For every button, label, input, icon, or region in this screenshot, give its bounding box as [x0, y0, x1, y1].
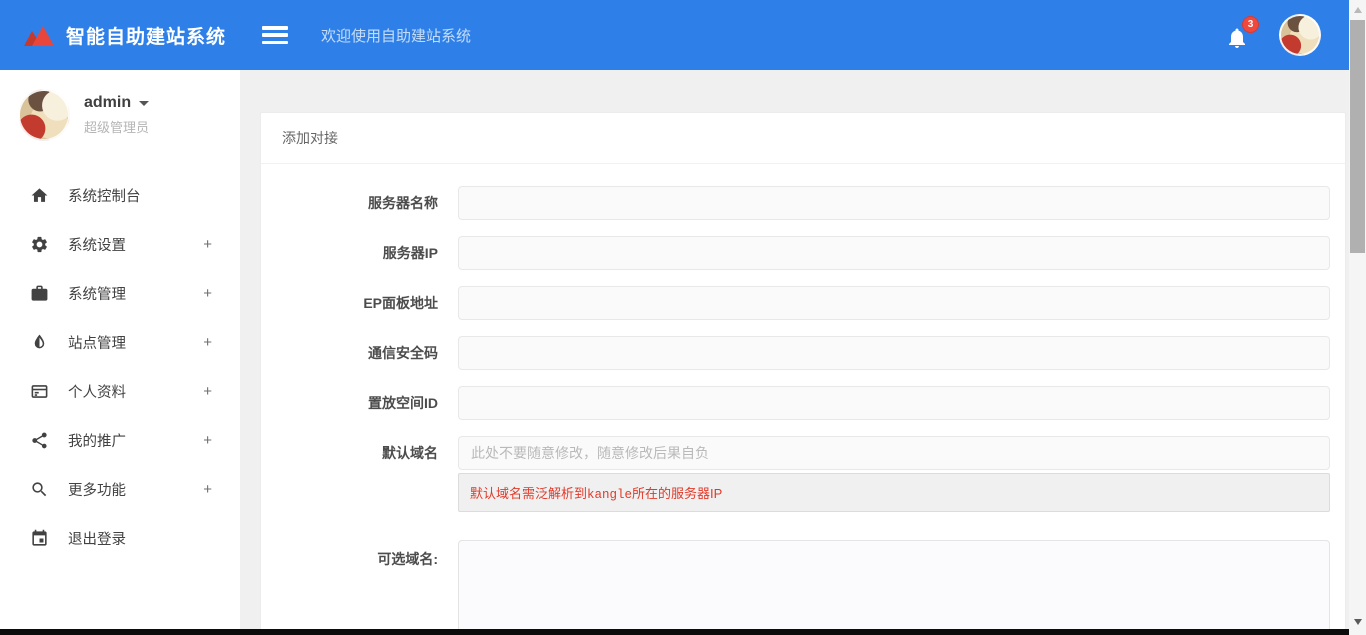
sidebar-item-more-features[interactable]: 更多功能 +: [0, 465, 240, 514]
vertical-scrollbar[interactable]: [1349, 0, 1366, 635]
notification-bell-icon[interactable]: 3: [1225, 20, 1251, 50]
space-id-label: 置放空间ID: [261, 386, 438, 420]
card-title: 添加对接: [261, 113, 1345, 164]
sidebar-item-profile[interactable]: 个人资料 +: [0, 367, 240, 416]
expand-plus-icon[interactable]: +: [203, 236, 212, 253]
sidebar-item-system-settings[interactable]: 系统设置 +: [0, 220, 240, 269]
sidebar-item-site-management[interactable]: 站点管理 +: [0, 318, 240, 367]
form-row-security-code: 通信安全码: [261, 336, 1330, 370]
ep-panel-input[interactable]: [458, 286, 1330, 320]
server-ip-input[interactable]: [458, 236, 1330, 270]
gear-icon: [30, 235, 49, 254]
header-right: 3: [1225, 14, 1321, 56]
hamburger-menu-icon[interactable]: [262, 26, 288, 44]
scrollbar-thumb[interactable]: [1350, 20, 1365, 253]
server-name-input[interactable]: [458, 186, 1330, 220]
form-row-ep-panel: EP面板地址: [261, 286, 1330, 320]
form-row-default-domain: 默认域名 默认域名需泛解析到kangle所在的服务器IP: [261, 436, 1330, 512]
sidebar-nav: 系统控制台 系统设置 + 系统管理 +: [0, 171, 240, 563]
sidebar: admin 超级管理员 系统控制台 系统设置: [0, 70, 240, 635]
security-code-input[interactable]: [458, 336, 1330, 370]
default-domain-warning: 默认域名需泛解析到kangle所在的服务器IP: [458, 473, 1330, 512]
top-header: 智能自助建站系统 欢迎使用自助建站系统 3: [0, 0, 1366, 70]
expand-plus-icon[interactable]: +: [203, 334, 212, 351]
default-domain-label: 默认域名: [261, 436, 438, 512]
server-ip-label: 服务器IP: [261, 236, 438, 270]
optional-domains-textarea[interactable]: [458, 540, 1330, 635]
share-icon: [30, 431, 49, 450]
optional-domains-label: 可选域名:: [261, 540, 438, 635]
user-avatar[interactable]: [1279, 14, 1321, 56]
brand[interactable]: 智能自助建站系统: [22, 20, 226, 50]
add-connection-card: 添加对接 服务器名称 服务器IP EP面板地址: [260, 112, 1346, 635]
sidebar-profile: admin 超级管理员: [0, 70, 240, 155]
sidebar-item-promotion[interactable]: 我的推广 +: [0, 416, 240, 465]
expand-plus-icon[interactable]: +: [203, 285, 212, 302]
profile-card-icon: [30, 382, 49, 401]
sidebar-item-dashboard[interactable]: 系统控制台: [0, 171, 240, 220]
welcome-text: 欢迎使用自助建站系统: [321, 25, 471, 46]
ep-panel-label: EP面板地址: [261, 286, 438, 320]
home-icon: [30, 186, 49, 205]
page: 智能自助建站系统 欢迎使用自助建站系统 3 admin: [0, 0, 1366, 635]
form-row-space-id: 置放空间ID: [261, 386, 1330, 420]
profile-avatar[interactable]: [18, 89, 70, 141]
search-icon: [30, 480, 49, 499]
profile-role: 超级管理员: [84, 117, 149, 136]
form-row-server-name: 服务器名称: [261, 186, 1330, 220]
expand-plus-icon[interactable]: +: [203, 481, 212, 498]
droplet-icon: [30, 333, 49, 352]
sidebar-item-system-management[interactable]: 系统管理 +: [0, 269, 240, 318]
notification-badge[interactable]: 3: [1242, 16, 1259, 33]
sidebar-item-logout[interactable]: 退出登录: [0, 514, 240, 563]
server-name-label: 服务器名称: [261, 186, 438, 220]
scrollbar-up-arrow-icon[interactable]: [1349, 2, 1366, 18]
briefcase-icon: [30, 284, 49, 303]
space-id-input[interactable]: [458, 386, 1330, 420]
mountain-logo-icon: [22, 20, 56, 50]
default-domain-input[interactable]: [458, 436, 1330, 470]
security-code-label: 通信安全码: [261, 336, 438, 370]
add-connection-form: 服务器名称 服务器IP EP面板地址 通信安全码: [261, 164, 1345, 635]
profile-name: admin: [84, 94, 131, 112]
expand-plus-icon[interactable]: +: [203, 432, 212, 449]
form-row-optional-domains: 可选域名:: [261, 540, 1330, 635]
profile-name-dropdown[interactable]: admin: [84, 94, 149, 112]
scrollbar-down-arrow-icon[interactable]: [1349, 614, 1366, 630]
bottom-edge-bar: [0, 629, 1349, 635]
calendar-icon: [30, 529, 49, 548]
form-row-server-ip: 服务器IP: [261, 236, 1330, 270]
app-title: 智能自助建站系统: [66, 22, 226, 49]
chevron-down-icon: [139, 101, 149, 106]
expand-plus-icon[interactable]: +: [203, 383, 212, 400]
main-content: 添加对接 服务器名称 服务器IP EP面板地址: [240, 70, 1366, 635]
